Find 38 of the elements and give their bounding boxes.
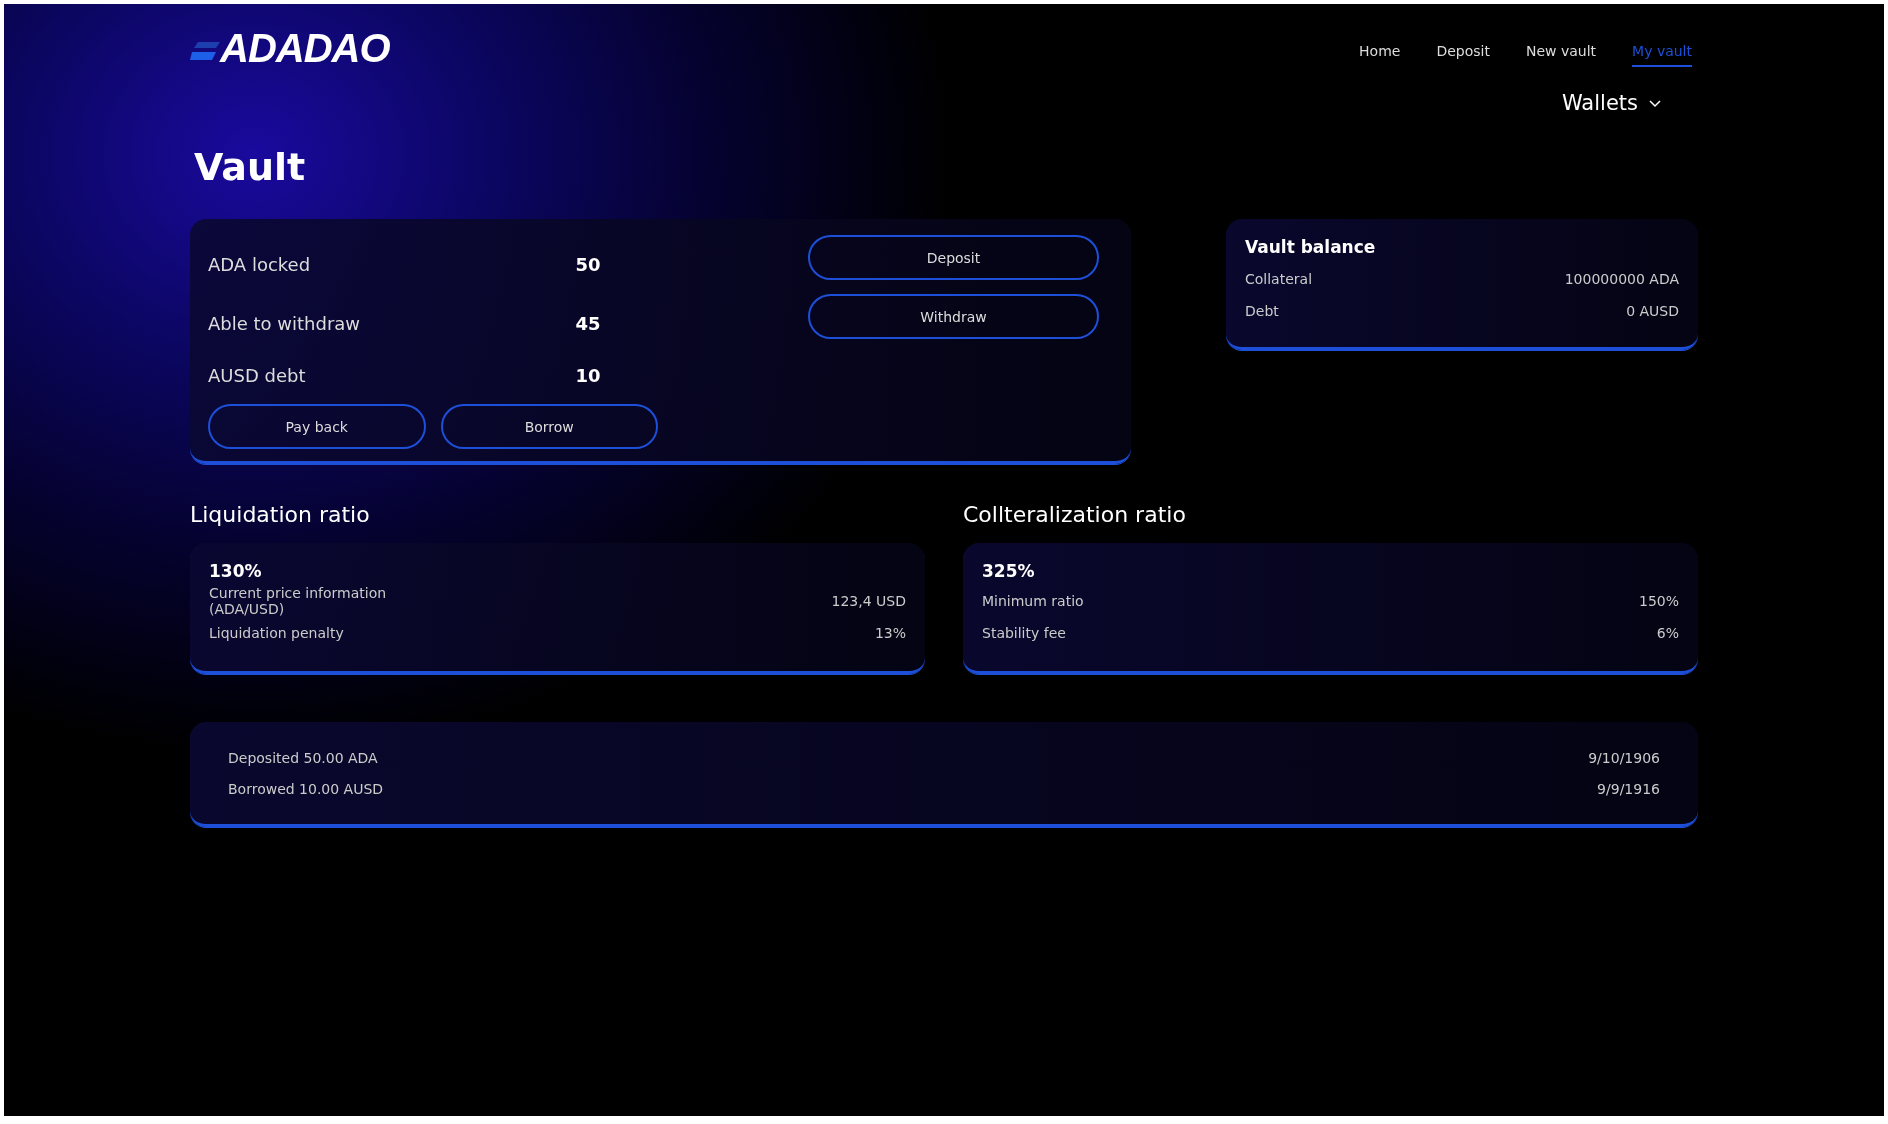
info-value: 13% [874,625,906,641]
info-label: Current price information (ADA/USD) [209,585,388,617]
action-button[interactable]: Deposit [808,235,1099,280]
ratio-value: 130% [209,561,263,581]
history-date: 9/10/1906 [1588,749,1660,766]
info-value: 6% [1656,625,1679,641]
field-label: ADA locked [208,254,312,275]
info-label: Stability fee [982,625,1066,641]
wallets-dropdown[interactable]: Wallets [1561,91,1662,115]
history-text: Borrowed 10.00 AUSD [228,780,384,797]
ratio-value: 325% [982,561,1036,581]
card-title: Vault balance [1245,237,1377,257]
info-label: Collateral [1245,271,1313,287]
section-heading: Collteralization ratio [963,502,1187,527]
history-text: Deposited 50.00 ADA [228,749,378,766]
chevron-down-icon [1648,98,1662,108]
info-label: Liquidation penalty [209,625,344,641]
info-value: 100000000 ADA [1564,271,1679,287]
field-value: 45 [574,313,602,334]
history-date: 9/9/1916 [1597,780,1660,797]
info-value: 150% [1638,593,1679,609]
field-value: 50 [574,254,602,275]
nav-link[interactable]: New vault [1525,42,1597,67]
info-label: Minimum ratio [982,593,1084,609]
info-value: 123,4 USD [831,593,906,609]
info-label: Debt [1245,303,1279,319]
field-label: Able to withdraw [208,313,362,334]
action-button[interactable]: Withdraw [808,294,1099,339]
field-label: AUSD debt [208,365,307,386]
section-heading: Liquidation ratio [190,502,371,527]
nav-link[interactable]: Home [1359,42,1401,67]
nav-link[interactable]: Deposit [1436,42,1490,67]
action-button[interactable]: Pay back [208,404,426,449]
logo[interactable]: ADADAO [220,26,390,71]
field-value: 10 [574,365,602,386]
page-title: Vault [194,145,307,189]
action-button[interactable]: Borrow [440,404,658,449]
info-value: 0 AUSD [1626,303,1679,319]
